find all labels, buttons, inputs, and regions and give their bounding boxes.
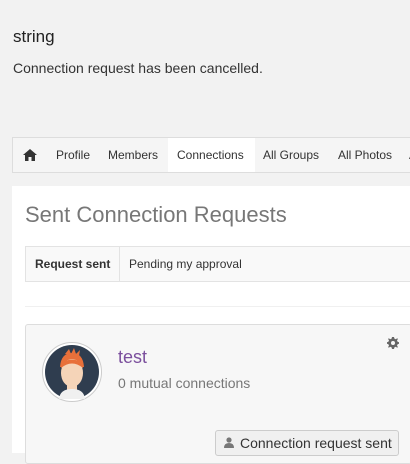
connection-request-sent-button[interactable]: Connection request sent (215, 430, 399, 456)
notice-message: Connection request has been cancelled. (13, 60, 263, 76)
notice-title: string (13, 27, 55, 46)
member-name-link[interactable]: test (118, 347, 147, 368)
button-label: Connection request sent (240, 435, 392, 451)
tab-pending-approval[interactable]: Pending my approval (120, 247, 251, 281)
divider (25, 306, 410, 307)
mutual-connections: 0 mutual connections (118, 375, 251, 391)
home-icon (23, 149, 37, 161)
request-tabs: Request sent Pending my approval (25, 246, 410, 282)
nav-item-all-groups[interactable]: All Groups (263, 138, 319, 172)
profile-navbar: Profile Members Connections All Groups A… (12, 137, 410, 173)
nav-item-connections[interactable]: Connections (168, 138, 255, 172)
avatar[interactable] (42, 342, 102, 402)
page-title: Sent Connection Requests (25, 202, 287, 227)
gear-icon[interactable] (387, 337, 399, 349)
notice-panel: string Connection request has been cance… (0, 0, 410, 118)
nav-item-members[interactable]: Members (108, 138, 158, 172)
nav-item-all-photos[interactable]: All Photos (338, 138, 392, 172)
tab-request-sent[interactable]: Request sent (26, 247, 121, 281)
avatar-image (45, 345, 99, 399)
nav-item-profile[interactable]: Profile (56, 138, 90, 172)
user-icon (224, 437, 234, 448)
member-card: test 0 mutual connections Connection req… (25, 324, 410, 464)
nav-home[interactable] (13, 138, 46, 172)
main-content: Sent Connection Requests Request sent Pe… (12, 186, 410, 464)
